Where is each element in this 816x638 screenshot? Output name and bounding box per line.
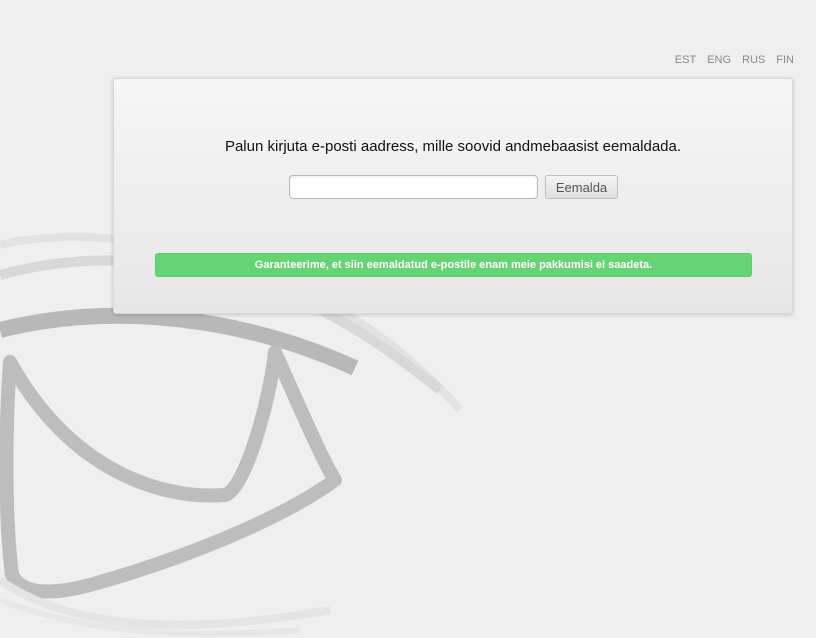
lang-fin-link[interactable]: FIN bbox=[776, 54, 794, 66]
email-input[interactable] bbox=[289, 175, 538, 199]
remove-button[interactable]: Eemalda bbox=[545, 175, 618, 199]
language-selector: EST ENG RUS FIN bbox=[675, 54, 794, 66]
lang-eng-link[interactable]: ENG bbox=[707, 54, 731, 66]
guarantee-notice: Garanteerime, et siin eemaldatud e-posti… bbox=[155, 253, 752, 277]
prompt-text: Palun kirjuta e-posti aadress, mille soo… bbox=[224, 138, 682, 155]
unsubscribe-panel: Palun kirjuta e-posti aadress, mille soo… bbox=[113, 78, 793, 314]
lang-rus-link[interactable]: RUS bbox=[742, 54, 765, 66]
lang-est-link[interactable]: EST bbox=[675, 54, 696, 66]
